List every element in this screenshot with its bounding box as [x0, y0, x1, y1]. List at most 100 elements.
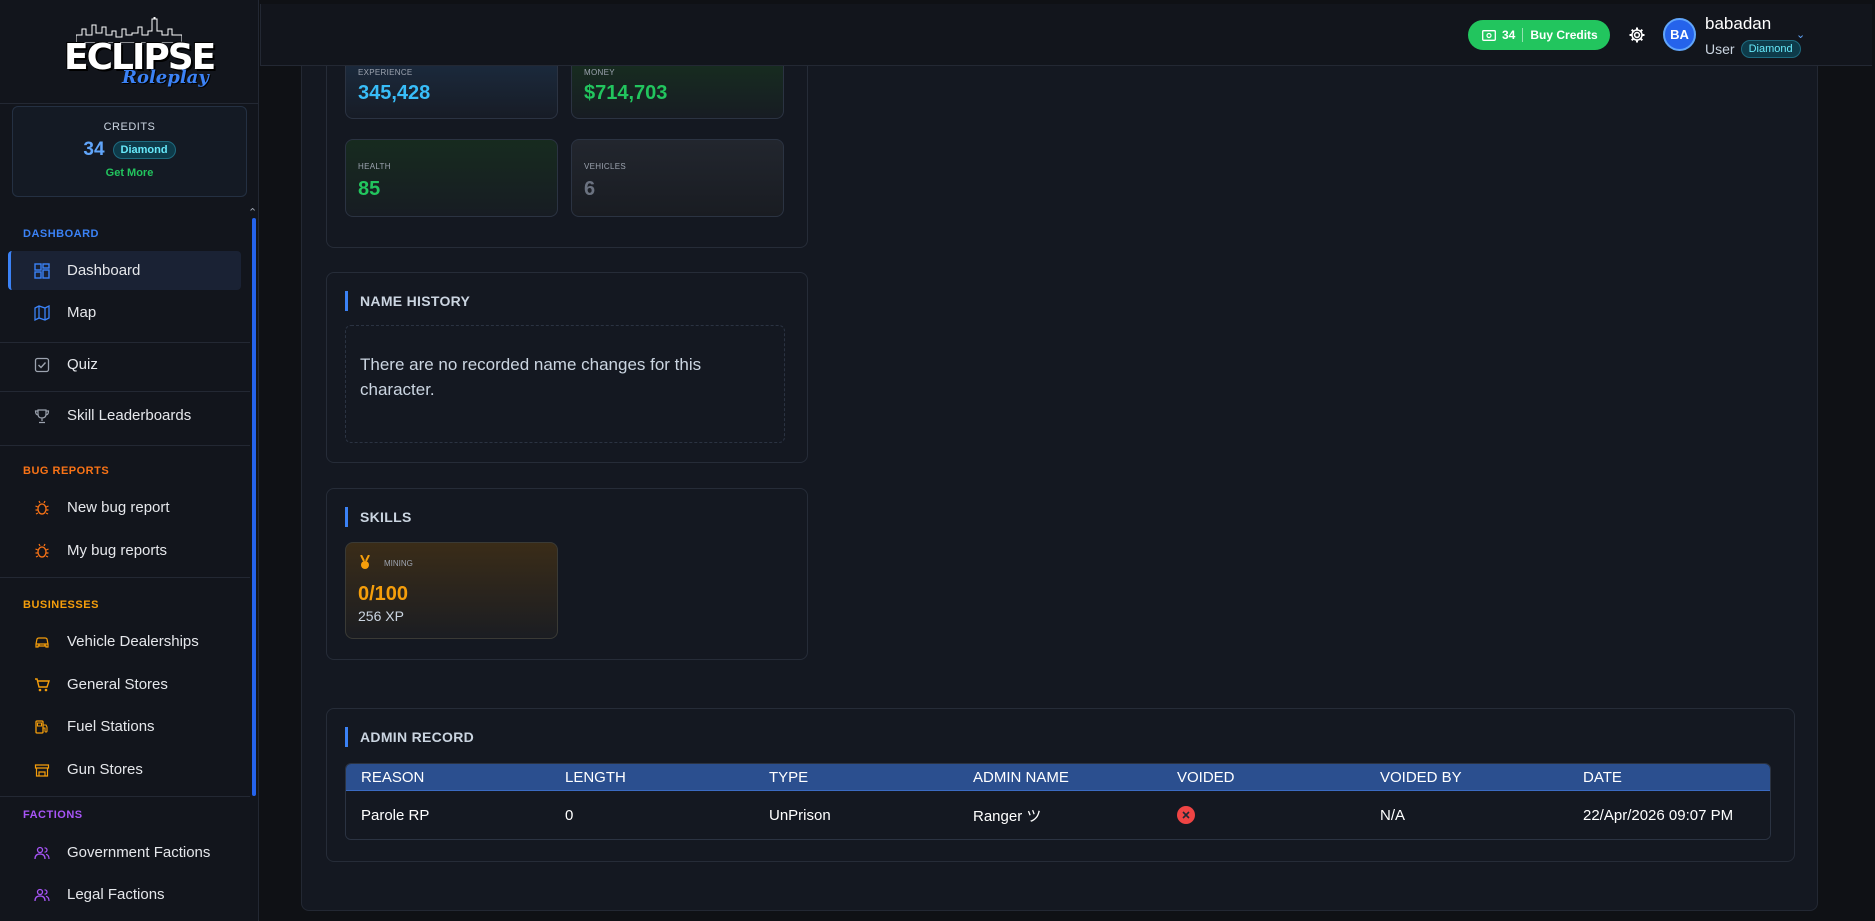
- stat-value: 6: [584, 178, 596, 200]
- section-title: ADMIN RECORD: [345, 727, 474, 747]
- sidebar-item-legal-factions[interactable]: Legal Factions: [8, 875, 241, 914]
- sidebar-item-gun-stores[interactable]: Gun Stores: [8, 750, 241, 789]
- user-tier-badge: Diamond: [1740, 40, 1801, 58]
- buy-credits-label: Buy Credits: [1530, 28, 1598, 42]
- table-header-row: REASON LENGTH TYPE ADMIN NAME VOIDED VOI…: [346, 764, 1770, 791]
- gear-icon[interactable]: [1628, 26, 1646, 44]
- nav-section-factions: FACTIONS: [23, 809, 83, 821]
- users-icon: [33, 844, 51, 862]
- map-icon: [33, 304, 51, 322]
- cell-date: 22/Apr/2026 09:07 PM: [1568, 791, 1770, 839]
- credits-label: CREDITS: [103, 121, 156, 133]
- trophy-icon: [33, 407, 51, 425]
- topbar: 34 Buy Credits BA babadan User Diamond ⌄: [260, 4, 1872, 66]
- cart-icon: [33, 676, 51, 694]
- sidebar-item-map[interactable]: Map: [8, 293, 241, 332]
- sidebar-item-label: New bug report: [67, 499, 170, 516]
- sidebar-item-government-factions[interactable]: Government Factions: [8, 833, 241, 872]
- sidebar-item-label: Map: [67, 304, 97, 321]
- car-icon: [33, 633, 51, 651]
- nav-divider: [0, 342, 250, 343]
- stat-value: 85: [358, 178, 381, 200]
- admin-record-table: REASON LENGTH TYPE ADMIN NAME VOIDED VOI…: [345, 763, 1771, 840]
- user-role: User Diamond: [1705, 40, 1801, 58]
- skill-name: MINING: [384, 559, 413, 568]
- cell-reason: Parole RP: [346, 791, 550, 839]
- sidebar-item-label: Government Factions: [67, 844, 211, 861]
- separator: [1522, 28, 1524, 42]
- user-role-label: User: [1705, 41, 1735, 57]
- name-history-empty: There are no recorded name changes for t…: [345, 325, 785, 443]
- app-root: ECLIPSE Roleplay CREDITS 34 Diamond Get …: [0, 0, 1875, 921]
- name-history-panel: NAME HISTORY There are no recorded name …: [326, 272, 808, 463]
- stat-label: HEALTH: [358, 162, 391, 171]
- credits-row: 34 Diamond: [13, 139, 246, 161]
- user-name[interactable]: babadan: [1705, 14, 1771, 34]
- nav-divider: [0, 445, 250, 446]
- nav-divider: [0, 577, 250, 578]
- sidebar-item-label: Gun Stores: [67, 761, 143, 778]
- column-header: ADMIN NAME: [958, 764, 1162, 791]
- cell-type: UnPrison: [754, 791, 958, 839]
- character-detail-card: EXPERIENCE 345,428 MONEY $714,703 HEALTH…: [301, 50, 1818, 911]
- bug-icon: [33, 542, 51, 560]
- nav-divider: [0, 796, 250, 797]
- column-header: TYPE: [754, 764, 958, 791]
- bug-icon: [33, 499, 51, 517]
- get-more-link[interactable]: Get More: [13, 167, 246, 179]
- table-row: Parole RP 0 UnPrison Ranger ツ N/A 22/Apr…: [346, 791, 1770, 839]
- section-title: SKILLS: [345, 507, 412, 527]
- cell-voided-by: N/A: [1365, 791, 1568, 839]
- sidebar-item-vehicle-dealerships[interactable]: Vehicle Dealerships: [8, 622, 241, 661]
- avatar[interactable]: BA: [1663, 18, 1696, 51]
- logo-mark: ECLIPSE Roleplay: [64, 16, 216, 88]
- stat-label: VEHICLES: [584, 162, 626, 171]
- column-header: LENGTH: [550, 764, 754, 791]
- cell-length: 0: [550, 791, 754, 839]
- users-icon: [33, 886, 51, 904]
- store-icon: [33, 761, 51, 779]
- x-circle-icon: [1177, 806, 1195, 824]
- cash-icon: [1482, 29, 1496, 41]
- sidebar-item-new-bug-report[interactable]: New bug report: [8, 488, 241, 527]
- cell-admin-name: Ranger ツ: [958, 791, 1162, 839]
- column-header: DATE: [1568, 764, 1770, 791]
- stat-value: 345,428: [358, 82, 431, 104]
- nav-section-businesses: BUSINESSES: [23, 599, 99, 611]
- column-header: VOIDED BY: [1365, 764, 1568, 791]
- sidebar-item-label: Legal Factions: [67, 886, 165, 903]
- medal-icon: [359, 554, 371, 576]
- skill-card-mining: MINING 0/100 256 XP: [345, 542, 558, 639]
- logo-subtext: Roleplay: [122, 66, 209, 88]
- dashboard-grid-icon: [33, 262, 51, 280]
- sidebar-item-label: Vehicle Dealerships: [67, 633, 199, 650]
- stat-value: $714,703: [584, 82, 668, 104]
- stat-label: MONEY: [584, 68, 615, 77]
- sidebar-item-my-bug-reports[interactable]: My bug reports: [8, 531, 241, 570]
- section-title: NAME HISTORY: [345, 291, 470, 311]
- sidebar-item-label: Fuel Stations: [67, 718, 155, 735]
- sidebar-item-label: Dashboard: [67, 262, 141, 279]
- topbar-credits-count: 34: [1502, 28, 1516, 42]
- sidebar-scrollbar[interactable]: [252, 218, 256, 796]
- logo[interactable]: ECLIPSE Roleplay: [0, 0, 258, 104]
- stats-panel: EXPERIENCE 345,428 MONEY $714,703 HEALTH…: [326, 50, 808, 248]
- stat-label: EXPERIENCE: [358, 68, 413, 77]
- buy-credits-button[interactable]: 34 Buy Credits: [1468, 20, 1610, 50]
- sidebar-item-label: Quiz: [67, 356, 98, 373]
- skills-panel: SKILLS MINING 0/100 256 XP: [326, 488, 808, 660]
- sidebar-item-dashboard[interactable]: Dashboard: [8, 251, 241, 290]
- sidebar-item-label: General Stores: [67, 676, 168, 693]
- sidebar-item-general-stores[interactable]: General Stores: [8, 665, 241, 704]
- chevron-down-icon[interactable]: ⌄: [1796, 28, 1805, 41]
- credits-card: CREDITS 34 Diamond Get More: [12, 106, 247, 197]
- sidebar-item-fuel-stations[interactable]: Fuel Stations: [8, 707, 241, 746]
- column-header: VOIDED: [1162, 764, 1365, 791]
- quiz-checkbox-icon: [33, 356, 51, 374]
- sidebar-item-skill-leaderboards[interactable]: Skill Leaderboards: [8, 396, 241, 435]
- nav-section-bug-reports: BUG REPORTS: [23, 465, 110, 477]
- admin-record-panel: ADMIN RECORD REASON LENGTH TYPE ADMIN NA…: [326, 708, 1795, 862]
- credits-amount: 34: [83, 139, 105, 160]
- sidebar-item-quiz[interactable]: Quiz: [8, 345, 241, 384]
- skill-xp: 256 XP: [358, 608, 404, 624]
